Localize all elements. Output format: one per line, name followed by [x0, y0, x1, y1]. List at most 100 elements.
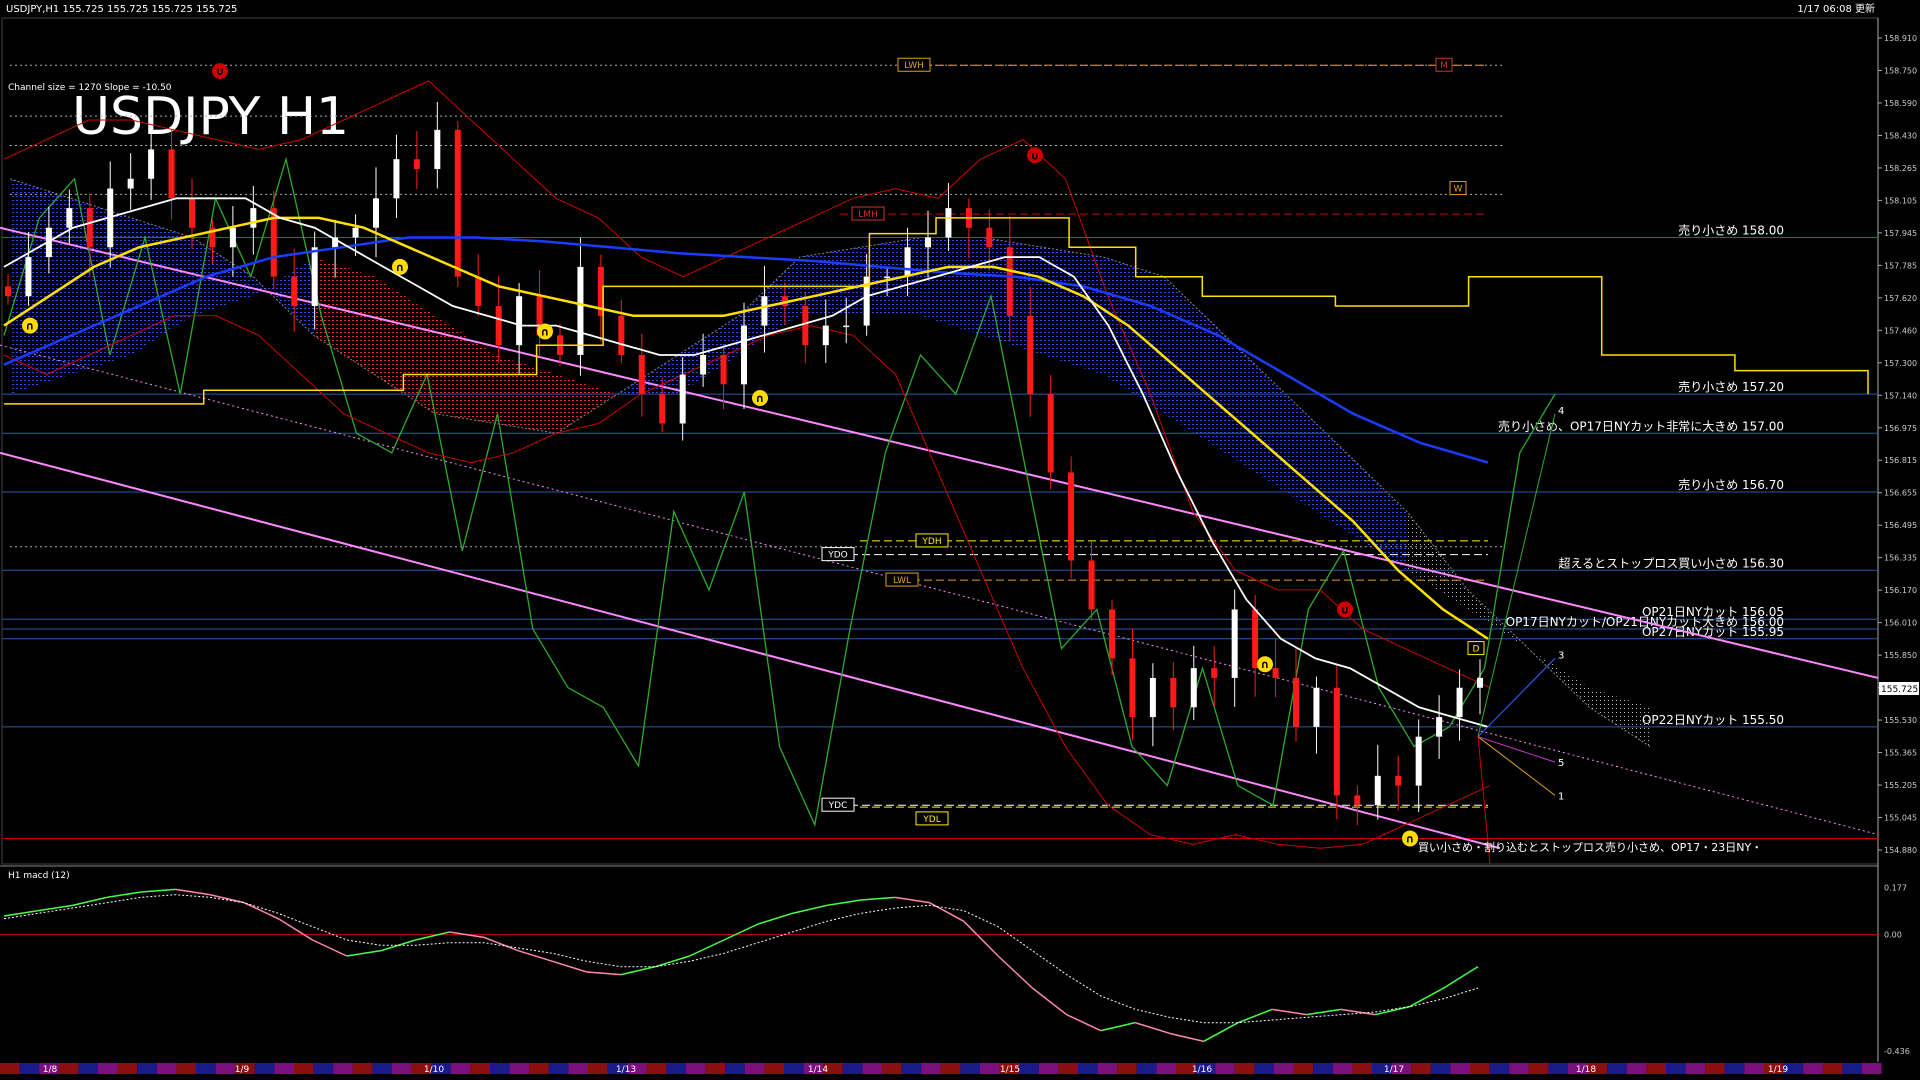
candle-body: [5, 286, 11, 297]
chart-window: USDJPY,H1 155.725 155.725 155.725 155.72…: [0, 0, 1920, 1080]
level-label: 売り小さめ、OP17日NYカット非常に大きめ 157.00: [1498, 418, 1784, 433]
fractal-glyph: ∩: [1406, 832, 1415, 845]
time-strip-cell: [1097, 1063, 1118, 1074]
time-strip-cell: [1685, 1063, 1706, 1074]
candle-body: [1415, 736, 1422, 786]
price-tick-label: 158.910: [1884, 34, 1917, 43]
time-strip-cell: [509, 1063, 530, 1074]
price-tick-label: 158.105: [1884, 196, 1917, 205]
fractal-glyph: ∩: [26, 320, 35, 333]
time-strip-cell: [882, 1063, 902, 1074]
time-strip-cell: [725, 1063, 745, 1074]
candle-body: [1395, 775, 1402, 786]
candle-body: [618, 315, 625, 355]
candle-body: [66, 208, 73, 228]
time-strip-cell: [960, 1063, 980, 1074]
time-strip-cell: [392, 1063, 412, 1074]
time-strip-cell: [980, 1063, 1000, 1074]
price-tick-label: 157.620: [1884, 294, 1917, 303]
time-tick-label: 1/18: [1576, 1065, 1596, 1075]
price-tick-label: 156.010: [1884, 619, 1917, 628]
time-strip-cell: [1038, 1063, 1059, 1074]
time-strip-cell: [1352, 1063, 1372, 1074]
time-strip-cell: [1293, 1063, 1314, 1074]
price-tick-label: 158.750: [1884, 66, 1917, 75]
time-strip-cell: [1430, 1063, 1451, 1074]
candle-body: [720, 354, 727, 385]
candle-body: [127, 178, 134, 189]
time-strip-cell: [1136, 1063, 1157, 1074]
time-strip-cell: [1489, 1063, 1510, 1074]
time-strip-cell: [940, 1063, 961, 1074]
time-tick-label: 1/17: [1384, 1065, 1404, 1075]
time-strip-cell: [1744, 1063, 1764, 1074]
candle-body: [1027, 315, 1034, 395]
time-strip-cell: [744, 1063, 765, 1074]
tag-label: YDH: [921, 537, 941, 547]
tag-label: YDO: [827, 551, 848, 561]
time-strip-cell: [274, 1063, 294, 1074]
candle-body: [925, 237, 931, 248]
time-strip-cell: [1058, 1063, 1078, 1074]
time-strip-cell: [0, 1063, 20, 1074]
price-tick-label: 158.430: [1884, 131, 1917, 140]
time-strip-cell: [313, 1063, 334, 1074]
time-strip-cell: [1078, 1063, 1098, 1074]
candle-body: [454, 129, 461, 277]
time-strip-cell: [1332, 1063, 1353, 1074]
time-strip-cell: [117, 1063, 138, 1074]
time-strip-cell: [372, 1063, 392, 1074]
price-tick-label: 155.530: [1884, 716, 1917, 725]
time-tick-label: 1/16: [1192, 1065, 1212, 1075]
time-strip-cell: [1842, 1063, 1862, 1074]
price-tick-label: 155.205: [1884, 781, 1917, 790]
candle-body: [1333, 687, 1340, 796]
time-strip-cell: [1450, 1063, 1470, 1074]
time-strip-cell: [1548, 1063, 1568, 1074]
time-strip-cell: [921, 1063, 941, 1074]
time-strip-cell: [352, 1063, 373, 1074]
candle-body: [495, 306, 502, 346]
macd-axis-label: -0.436: [1884, 1047, 1910, 1056]
time-strip-cell: [901, 1063, 922, 1074]
fractal-glyph: ∩: [756, 392, 765, 405]
time-strip-cell: [137, 1063, 157, 1074]
candle-body: [1374, 775, 1381, 806]
time-strip-cell: [1215, 1063, 1235, 1074]
candle-body: [311, 247, 318, 307]
price-tick-label: 158.265: [1884, 164, 1917, 173]
time-strip-cell: [862, 1063, 882, 1074]
level-label: 超えるとストップロス買い小さめ 156.30: [1559, 555, 1784, 570]
time-strip-cell: [470, 1063, 490, 1074]
time-strip-cell: [196, 1063, 216, 1074]
price-tick-label: 156.495: [1884, 521, 1917, 530]
candle-body: [884, 276, 891, 279]
candle-body: [1149, 677, 1156, 718]
chart-svg: USDJPY,H1 155.725 155.725 155.725 155.72…: [0, 0, 1920, 1080]
candle-body: [1190, 668, 1197, 708]
time-strip-cell: [784, 1063, 804, 1074]
time-strip-cell: [1646, 1063, 1666, 1074]
time-strip-cell: [19, 1063, 40, 1074]
price-tick-label: 156.170: [1884, 586, 1917, 595]
time-strip-cell: [1666, 1063, 1686, 1074]
time-strip-cell: [1724, 1063, 1745, 1074]
time-strip-cell: [1254, 1063, 1274, 1074]
candle-body: [86, 208, 93, 248]
price-tick-label: 154.880: [1884, 846, 1917, 855]
candle-body: [822, 325, 829, 346]
candle-body: [1211, 668, 1218, 678]
time-strip-cell: [176, 1063, 196, 1074]
candle-body: [741, 325, 747, 385]
time-axis: 1/8 1/9 1/10 1/13 1/14 1/15 1/16 1/17 1/18 1/19: [0, 1063, 1882, 1075]
cloud-segment: [70, 198, 132, 375]
time-strip-cell: [1313, 1063, 1333, 1074]
time-strip-cell: [1274, 1063, 1294, 1074]
projection-label: 4: [1558, 406, 1564, 417]
level-label: 売り小さめ 156.70: [1678, 477, 1784, 492]
time-tick-label: 1/10: [424, 1065, 444, 1075]
time-strip-cell: [1803, 1063, 1823, 1074]
candle-body: [1456, 687, 1463, 718]
tag-label: YDL: [922, 815, 940, 825]
candle-body: [1068, 472, 1075, 561]
